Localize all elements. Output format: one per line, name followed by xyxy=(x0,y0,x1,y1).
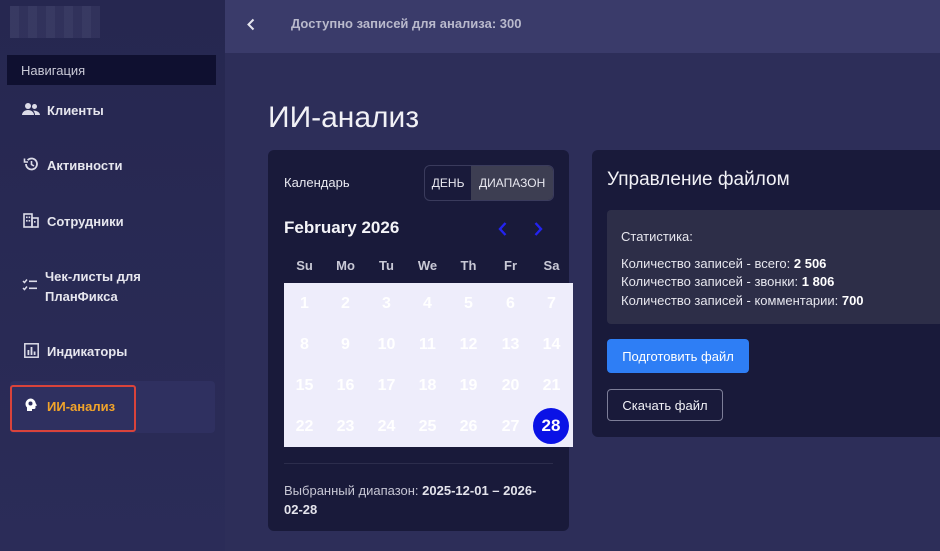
stats-total-value: 2 506 xyxy=(793,256,827,271)
calendar-day[interactable]: 18 xyxy=(407,365,448,406)
calendar-day[interactable]: 4 xyxy=(407,283,448,324)
calendar-divider xyxy=(284,463,553,464)
calendar-day[interactable]: 8 xyxy=(284,324,325,365)
sidebar-item-ai-analysis[interactable]: ИИ-анализ xyxy=(22,397,115,417)
page-title: ИИ-анализ xyxy=(268,101,420,134)
weekday-header: Th xyxy=(460,258,477,273)
toggle-day-button[interactable]: ДЕНЬ xyxy=(425,166,471,200)
calendar-day[interactable]: 6 xyxy=(490,283,531,324)
building-icon xyxy=(22,212,40,228)
stats-total: Количество записей - всего: 2 506 xyxy=(621,256,826,271)
calendar-day[interactable]: 22 xyxy=(284,406,325,447)
calendar-day[interactable]: 15 xyxy=(284,365,325,406)
selected-range-text: Выбранный диапазон: 2025-12-01 – 2026-02… xyxy=(284,481,554,519)
stats-comments-value: 700 xyxy=(841,293,864,308)
weekday-header: Tu xyxy=(379,258,394,273)
calendar-day[interactable]: 16 xyxy=(325,365,366,406)
calendar-mode-toggle: ДЕНЬ ДИАПАЗОН xyxy=(424,165,554,201)
calendar-day[interactable]: 27 xyxy=(490,406,531,447)
calendar-day[interactable]: 14 xyxy=(531,324,572,365)
calendar-day[interactable]: 9 xyxy=(325,324,366,365)
bar-chart-icon xyxy=(22,342,40,358)
weekday-header: We xyxy=(417,258,438,273)
weekday-header: Mo xyxy=(336,258,355,273)
calendar-label: Календарь xyxy=(284,175,350,190)
sidebar-item-activities[interactable]: Активности xyxy=(22,156,122,176)
calendar-day[interactable]: 2 xyxy=(325,283,366,324)
available-records-text: Доступно записей для анализа: 300 xyxy=(291,16,522,31)
calendar-day[interactable]: 25 xyxy=(407,406,448,447)
weekday-header: Fr xyxy=(504,258,517,273)
next-month-icon[interactable] xyxy=(533,221,543,237)
sidebar-item-label: Сотрудники xyxy=(47,214,124,229)
stats-calls: Количество записей - звонки: 1 806 xyxy=(621,274,834,289)
users-icon xyxy=(22,101,40,117)
stats-comments: Количество записей - комментарии: 700 xyxy=(621,293,864,308)
sidebar-item-label: ИИ-анализ xyxy=(47,399,116,414)
calendar-day[interactable]: 5 xyxy=(448,283,489,324)
prev-month-icon[interactable] xyxy=(498,221,508,237)
file-card-title: Управление файлом xyxy=(607,169,790,190)
download-file-button[interactable]: Скачать файл xyxy=(607,389,723,421)
calendar-day[interactable]: 24 xyxy=(366,406,407,447)
toggle-range-button[interactable]: ДИАПАЗОН xyxy=(471,166,553,200)
calendar-day[interactable]: 12 xyxy=(448,324,489,365)
calendar-day[interactable]: 20 xyxy=(490,365,531,406)
brain-icon xyxy=(22,397,40,413)
calendar-day[interactable]: 19 xyxy=(448,365,489,406)
stats-heading: Статистика: xyxy=(621,229,693,244)
weekday-header: Su xyxy=(296,258,313,273)
sidebar-item-label: Чек-листы для ПланФикса xyxy=(45,269,141,304)
calendar-day[interactable]: 3 xyxy=(366,283,407,324)
history-icon xyxy=(22,156,40,172)
selected-range-label: Выбранный диапазон: xyxy=(284,483,419,498)
calendar-day[interactable]: 10 xyxy=(366,324,407,365)
sidebar-item-employees[interactable]: Сотрудники xyxy=(22,212,124,232)
app-logo[interactable] xyxy=(10,6,100,38)
stats-comments-label: Количество записей - комментарии: xyxy=(621,293,839,308)
calendar-day[interactable]: 26 xyxy=(448,406,489,447)
calendar-day[interactable]: 23 xyxy=(325,406,366,447)
calendar-day-selected[interactable]: 28 xyxy=(531,406,571,446)
sidebar-item-label: Клиенты xyxy=(47,103,104,118)
checklist-icon xyxy=(22,277,38,293)
calendar-day[interactable]: 21 xyxy=(531,365,572,406)
calendar-day[interactable]: 17 xyxy=(366,365,407,406)
stats-calls-value: 1 806 xyxy=(801,274,835,289)
prepare-file-button[interactable]: Подготовить файл xyxy=(607,339,749,373)
stats-total-label: Количество записей - всего: xyxy=(621,256,791,271)
calendar-day[interactable]: 1 xyxy=(284,283,325,324)
calendar-day[interactable]: 13 xyxy=(490,324,531,365)
calendar-day[interactable]: 7 xyxy=(531,283,572,324)
nav-header: Навигация xyxy=(7,55,216,85)
sidebar-item-checklists[interactable]: Чек-листы для ПланФикса xyxy=(22,267,172,307)
sidebar-item-label: Активности xyxy=(47,158,123,173)
calendar-month-title: February 2026 xyxy=(284,218,400,237)
calendar-day[interactable]: 11 xyxy=(407,324,448,365)
sidebar-item-indicators[interactable]: Индикаторы xyxy=(22,342,127,362)
stats-calls-label: Количество записей - звонки: xyxy=(621,274,799,289)
sidebar-item-clients[interactable]: Клиенты xyxy=(22,101,104,121)
weekday-header: Sa xyxy=(543,258,560,273)
chevron-left-icon[interactable] xyxy=(245,15,257,35)
sidebar-item-label: Индикаторы xyxy=(47,344,128,359)
